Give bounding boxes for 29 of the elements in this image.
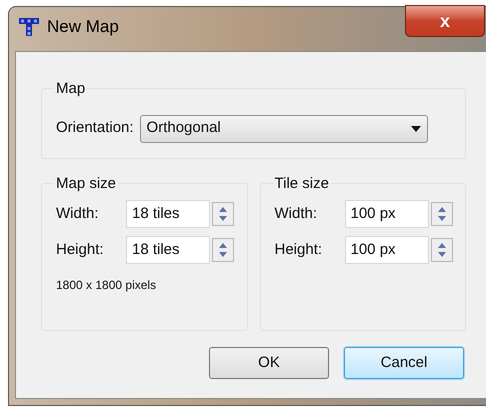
up-arrow-icon [219, 207, 227, 212]
spin-field[interactable]: 100 px [344, 200, 428, 228]
spinner-arrows[interactable] [212, 238, 234, 262]
up-arrow-icon [438, 243, 446, 248]
dropdown-arrow-icon [410, 126, 421, 132]
window-title: New Map [47, 16, 119, 38]
up-arrow-icon [438, 207, 446, 212]
orientation-dropdown[interactable]: Orthogonal [140, 114, 428, 142]
dialog-button[interactable]: Cancel [344, 347, 464, 379]
down-arrow-icon [219, 252, 227, 257]
field-label: Height: [274, 240, 324, 260]
field-label: Width: [274, 204, 318, 224]
app-logo-icon [19, 18, 39, 36]
field-label: Orientation: [56, 118, 134, 138]
down-arrow-icon [219, 216, 227, 221]
close-button[interactable]: x [405, 5, 485, 37]
pixel-size-text: 1800 x 1800 pixels [56, 277, 158, 294]
up-arrow-icon [219, 243, 227, 248]
spinner-arrows[interactable] [430, 238, 452, 262]
spinner-arrows[interactable] [430, 202, 452, 226]
field-label: Height: [56, 240, 105, 260]
spin-field[interactable]: 18 tiles [126, 200, 210, 228]
spinner-arrows[interactable] [212, 202, 234, 226]
down-arrow-icon [438, 216, 446, 221]
spin-field[interactable]: 18 tiles [126, 236, 210, 264]
dialog-button[interactable]: OK [209, 347, 329, 379]
field-label: Width: [56, 204, 100, 224]
spin-field[interactable]: 100 px [344, 236, 428, 264]
down-arrow-icon [438, 252, 446, 257]
